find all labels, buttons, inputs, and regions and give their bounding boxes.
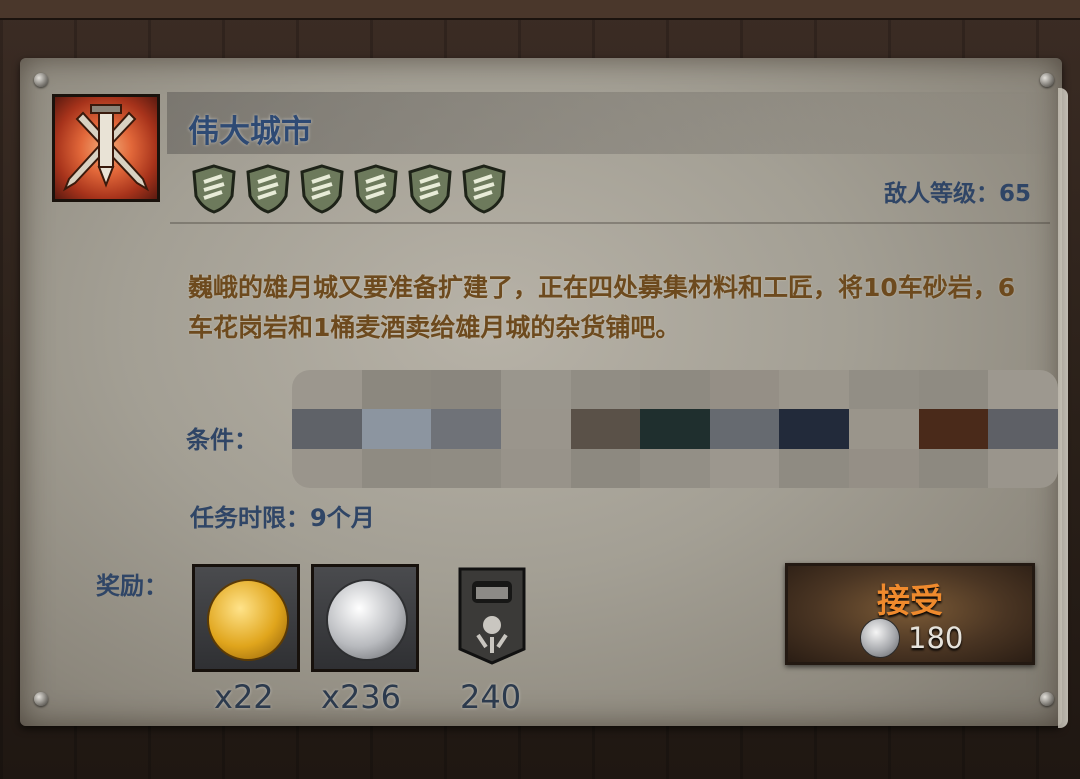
quest-description: 巍峨的雄月城又要准备扩建了，正在四处募集材料和工匠，将10车砂岩，6车花岗岩和1… xyxy=(188,273,1016,342)
rivet-icon xyxy=(34,73,48,87)
divider xyxy=(170,222,1050,224)
accept-cost: 180 xyxy=(860,618,963,658)
rivet-icon xyxy=(1040,73,1054,87)
conditions-content-obscured xyxy=(292,370,1058,488)
rivet-icon xyxy=(1040,692,1054,706)
silver-coin-icon xyxy=(326,579,408,661)
rivet-icon xyxy=(34,692,48,706)
quest-title: 伟大城市 xyxy=(188,114,312,150)
reward-gold[interactable] xyxy=(192,564,300,672)
shield-icon xyxy=(300,164,344,214)
crossed-swords-icon xyxy=(52,94,160,202)
conditions-label: 条件： xyxy=(186,426,258,454)
reward-silver-amount: x236 xyxy=(321,678,402,716)
reward-reputation-amount: 240 xyxy=(460,678,522,716)
enemy-level: 敌人等级：65 xyxy=(884,181,1032,207)
gold-coin-icon xyxy=(207,579,289,661)
wood-top-beam xyxy=(0,0,1080,20)
shield-icon xyxy=(192,164,236,214)
shield-icon xyxy=(408,164,452,214)
accept-cost-value: 180 xyxy=(908,621,964,655)
accept-label: 接受 xyxy=(877,581,943,620)
reward-silver[interactable] xyxy=(311,564,419,672)
shield-icon xyxy=(354,164,398,214)
reputation-banner-icon[interactable] xyxy=(458,567,526,665)
shield-icon xyxy=(462,164,506,214)
time-limit: 任务时限：9个月 xyxy=(190,504,375,532)
reward-gold-amount: x22 xyxy=(214,678,274,716)
silver-coin-icon xyxy=(860,618,900,658)
rewards-label: 奖励： xyxy=(96,572,168,600)
accept-button[interactable]: 接受 180 xyxy=(785,563,1035,665)
difficulty-shields xyxy=(192,164,507,214)
shield-icon xyxy=(246,164,290,214)
